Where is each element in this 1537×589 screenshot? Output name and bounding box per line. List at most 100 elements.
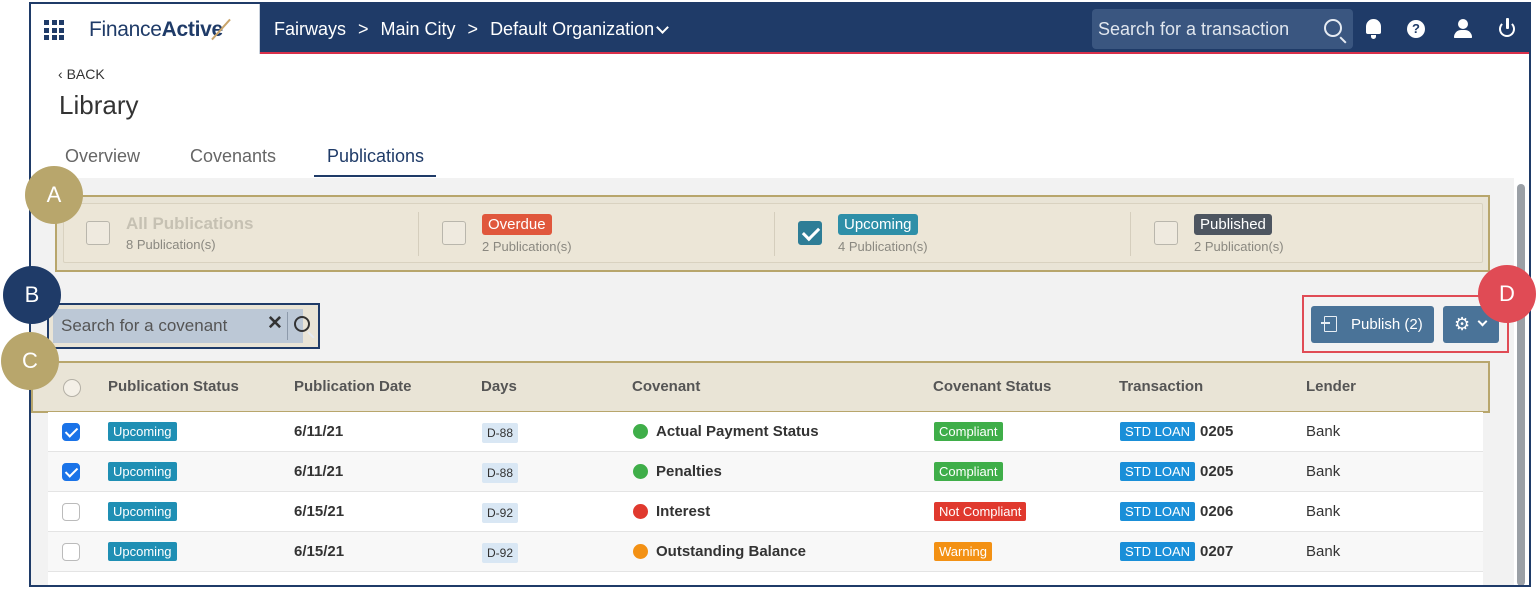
filter-count: 2 Publication(s) [482,239,572,254]
annotation-c: C [1,332,59,390]
breadcrumb-organization[interactable]: Default Organization [490,19,654,39]
days-badge: D-88 [482,463,519,483]
publish-button-label: Publish (2) [1351,316,1423,333]
tab-covenants[interactable]: Covenants [190,146,276,175]
table-row-empty [48,572,1483,585]
transaction-number[interactable]: 0205 [1200,423,1233,440]
transaction-search-input[interactable] [1098,18,1313,40]
annotation-a: A [25,166,83,224]
filter-checkbox-checked[interactable] [798,221,822,245]
breadcrumb-separator-icon: > [467,19,479,39]
table-row[interactable]: Upcoming 6/11/21 D-88 Penalties Complian… [48,452,1483,492]
finance-active-logo[interactable]: FinanceActive [89,18,231,42]
covenant-status-dot-icon [633,544,648,559]
user-icon[interactable] [1452,17,1474,41]
publish-actions: Publish (2) ⚙ [1302,295,1509,353]
tab-overview[interactable]: Overview [65,146,140,175]
power-icon[interactable] [1496,17,1518,41]
transaction-number[interactable]: 0207 [1200,543,1233,560]
filter-all-publications[interactable]: All Publications 8 Publication(s) [64,204,419,262]
back-link[interactable]: ‹ BACK [58,66,105,82]
transaction-number[interactable]: 0205 [1200,463,1233,480]
table-row[interactable]: Upcoming 6/15/21 D-92 Interest Not Compl… [48,492,1483,532]
publication-date: 6/11/21 [294,423,344,440]
status-badge: Upcoming [108,502,177,521]
page-title: Library [59,90,139,120]
filter-overdue[interactable]: Overdue 2 Publication(s) [420,204,775,262]
covenant-status-dot-icon [633,424,648,439]
filter-divider [1130,212,1131,256]
covenant-name[interactable]: Outstanding Balance [656,543,806,560]
column-header-transaction[interactable]: Transaction [1119,378,1203,395]
tab-publications[interactable]: Publications [314,146,437,177]
filter-count: 2 Publication(s) [1194,239,1284,254]
document-import-icon [1321,316,1337,332]
chevron-down-icon [1477,316,1488,327]
filter-checkbox[interactable] [442,221,466,245]
filter-upcoming[interactable]: Upcoming 4 Publication(s) [776,204,1131,262]
transaction-number[interactable]: 0206 [1200,503,1233,520]
column-header-covenant[interactable]: Covenant [632,378,700,395]
brand-regular: Finance [89,18,162,41]
breadcrumb-fairways[interactable]: Fairways [274,19,346,39]
filter-published[interactable]: Published 2 Publication(s) [1132,204,1487,262]
breadcrumb-main-city[interactable]: Main City [381,19,456,39]
vertical-scrollbar[interactable] [1517,184,1525,585]
row-checkbox[interactable] [62,503,80,521]
lender-name: Bank [1306,503,1341,520]
filter-label: All Publications [126,214,254,233]
top-navigation-bar: FinanceActive Fairways > Main City > Default… [31,4,1529,54]
lender-name: Bank [1306,463,1341,480]
row-checkbox[interactable] [62,543,80,561]
back-label: BACK [66,66,105,82]
publication-date: 6/15/21 [294,543,345,560]
bell-icon[interactable] [1363,17,1385,41]
select-all-checkbox[interactable] [63,379,81,397]
covenant-name[interactable]: Actual Payment Status [656,423,819,440]
publication-filter-bar: All Publications 8 Publication(s) Overdu… [55,195,1490,272]
covenant-status-dot-icon [633,504,648,519]
search-icon[interactable] [294,316,310,332]
column-header-publication-date[interactable]: Publication Date [294,378,412,395]
days-badge: D-88 [482,423,519,443]
column-header-lender[interactable]: Lender [1306,378,1356,395]
covenant-status-badge: Not Compliant [934,502,1027,521]
column-header-publication-status[interactable]: Publication Status [108,378,239,395]
filter-cards: All Publications 8 Publication(s) Overdu… [63,203,1483,263]
filter-count: 8 Publication(s) [126,237,216,252]
chevron-down-icon[interactable] [656,21,670,34]
help-icon[interactable]: ? [1405,17,1427,41]
days-badge: D-92 [482,543,519,563]
covenant-name[interactable]: Penalties [656,463,722,480]
publication-date: 6/11/21 [294,463,344,480]
clear-icon[interactable]: ✕ [267,312,283,335]
table-row[interactable]: Upcoming 6/15/21 D-92 Outstanding Balanc… [48,532,1483,572]
covenant-name[interactable]: Interest [656,503,710,520]
table-row[interactable]: Upcoming 6/11/21 D-88 Actual Payment Sta… [48,412,1483,452]
brand-area: FinanceActive [31,4,260,54]
upcoming-pill: Upcoming [838,214,918,235]
covenant-status-badge: Warning [934,542,992,561]
search-divider [287,312,288,340]
column-header-covenant-status[interactable]: Covenant Status [933,378,1051,395]
transaction-type-badge: STD LOAN [1120,502,1196,521]
filter-checkbox[interactable] [1154,221,1178,245]
filter-divider [418,212,419,256]
covenant-search-input[interactable] [61,315,256,337]
row-checkbox-checked[interactable] [62,463,80,481]
app-grid-icon[interactable] [44,20,64,40]
filter-checkbox[interactable] [86,221,110,245]
transaction-search [1092,9,1353,49]
app-window: FinanceActive Fairways > Main City > Default… [29,2,1531,587]
lender-name: Bank [1306,423,1341,440]
column-header-days[interactable]: Days [481,378,517,395]
overdue-pill: Overdue [482,214,552,235]
row-checkbox-checked[interactable] [62,423,80,441]
lender-name: Bank [1306,543,1341,560]
status-badge: Upcoming [108,542,177,561]
search-icon[interactable] [1324,19,1342,37]
covenant-search: ✕ [47,303,320,349]
table-header: Publication Status Publication Date Days… [31,361,1490,413]
filter-count: 4 Publication(s) [838,239,928,254]
publish-button[interactable]: Publish (2) [1311,306,1434,343]
